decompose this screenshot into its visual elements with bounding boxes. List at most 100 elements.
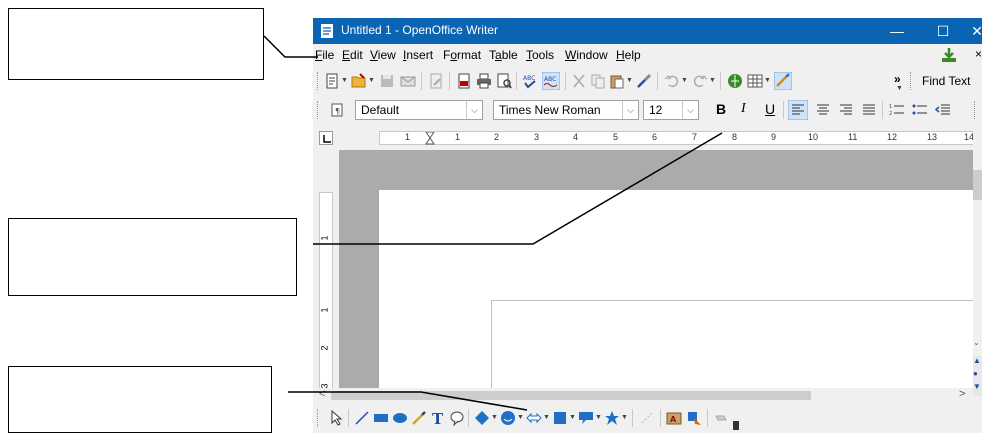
font-name-combo[interactable]: Times New Roman <box>493 100 639 120</box>
block-arrows-dropdown-arrow-icon[interactable]: ▼ <box>543 410 550 426</box>
justify-icon[interactable] <box>861 102 877 118</box>
page-navigation-buttons[interactable]: ▲ ● ▼ <box>973 356 982 396</box>
print-icon[interactable] <box>476 73 492 89</box>
copy-icon[interactable] <box>590 73 606 89</box>
flowchart-icon[interactable] <box>552 410 568 426</box>
vertical-scrollbar[interactable]: ⌄ ▲ ● ▼ <box>973 126 982 406</box>
toolbar-grip[interactable] <box>974 101 977 119</box>
horizontal-ruler[interactable]: 1 1 2 3 4 5 6 7 8 9 10 11 12 13 14 <box>379 131 979 145</box>
toolbar-end-handle[interactable] <box>733 421 739 430</box>
cut-icon[interactable] <box>571 73 587 89</box>
navigator-icon[interactable]: ● <box>973 369 978 378</box>
close-document-icon[interactable]: × <box>975 47 982 61</box>
basic-shapes-dropdown-arrow-icon[interactable]: ▼ <box>491 410 498 426</box>
basic-shapes-icon[interactable] <box>474 410 490 426</box>
rectangle-icon[interactable] <box>373 410 389 426</box>
export-pdf-icon[interactable] <box>456 73 472 89</box>
decrease-indent-icon[interactable] <box>935 102 951 118</box>
edit-file-icon[interactable] <box>428 73 444 89</box>
paragraph-style-combo[interactable]: Default <box>355 100 483 120</box>
paragraph-style-dropdown-icon[interactable]: ⌵ <box>466 101 482 119</box>
horizontal-scrollbar[interactable]: < > <box>313 388 973 403</box>
overflow-dropdown-arrow-icon[interactable]: ▼ <box>896 81 903 97</box>
fontwork-icon[interactable] <box>686 410 702 426</box>
menu-help[interactable]: Help <box>616 48 641 62</box>
callout-shapes-dropdown-arrow-icon[interactable]: ▼ <box>595 410 602 426</box>
email-document-icon[interactable] <box>400 73 416 89</box>
redo-icon[interactable] <box>692 73 708 89</box>
align-right-icon[interactable] <box>838 102 854 118</box>
menu-table[interactable]: Table <box>489 48 518 62</box>
flowchart-dropdown-arrow-icon[interactable]: ▼ <box>569 410 576 426</box>
update-download-icon[interactable] <box>941 47 957 63</box>
scroll-left-arrow-icon[interactable]: < <box>319 388 325 400</box>
new-document-icon[interactable] <box>324 73 340 89</box>
freeform-line-icon[interactable] <box>411 410 427 426</box>
bullets-icon[interactable] <box>912 102 928 118</box>
hyperlink-icon[interactable] <box>727 73 743 89</box>
paste-icon[interactable] <box>609 73 625 89</box>
stars-icon[interactable] <box>604 410 620 426</box>
toolbar-grip[interactable] <box>317 101 320 119</box>
menu-window[interactable]: Window <box>565 48 608 62</box>
undo-dropdown-arrow-icon[interactable]: ▼ <box>681 73 688 89</box>
auto-spellcheck-icon[interactable]: ABC <box>542 72 560 90</box>
redo-dropdown-arrow-icon[interactable]: ▼ <box>709 73 716 89</box>
save-icon[interactable] <box>379 73 395 89</box>
text-icon[interactable]: T <box>430 410 446 426</box>
select-arrow-icon[interactable] <box>328 410 344 426</box>
font-name-dropdown-icon[interactable]: ⌵ <box>622 101 638 119</box>
line-icon[interactable] <box>354 410 370 426</box>
vertical-scroll-thumb[interactable] <box>973 170 982 200</box>
symbol-shapes-dropdown-arrow-icon[interactable]: ▼ <box>517 410 524 426</box>
toolbar-grip[interactable] <box>910 72 913 90</box>
callout-shapes-icon[interactable] <box>578 410 594 426</box>
menu-file[interactable]: File <box>315 48 334 62</box>
print-preview-icon[interactable] <box>496 73 512 89</box>
spellcheck-icon[interactable]: ABC <box>522 73 538 89</box>
symbol-shapes-icon[interactable] <box>500 410 516 426</box>
menu-insert[interactable]: Insert <box>403 48 433 62</box>
close-button[interactable]: ✕ <box>954 18 982 44</box>
stars-dropdown-arrow-icon[interactable]: ▼ <box>621 410 628 426</box>
extrusion-icon[interactable] <box>713 410 729 426</box>
scroll-right-arrow-icon[interactable]: > <box>959 388 965 400</box>
new-dropdown-arrow-icon[interactable]: ▼ <box>341 73 348 89</box>
horizontal-scroll-thumb[interactable] <box>331 391 811 400</box>
menu-format[interactable]: Format <box>443 48 481 62</box>
previous-page-icon[interactable]: ▲ <box>973 356 981 365</box>
table-dropdown-arrow-icon[interactable]: ▼ <box>764 73 771 89</box>
align-left-icon[interactable] <box>788 100 808 120</box>
styles-and-formatting-icon[interactable]: ¶ <box>330 102 346 118</box>
toolbar-grip[interactable] <box>317 409 320 427</box>
next-page-icon[interactable]: ▼ <box>973 382 981 391</box>
open-dropdown-arrow-icon[interactable]: ▼ <box>368 73 375 89</box>
align-center-icon[interactable] <box>815 102 831 118</box>
underline-button[interactable]: U <box>765 101 775 117</box>
tab-stop-selector[interactable] <box>319 131 333 145</box>
show-draw-functions-icon[interactable] <box>774 72 792 90</box>
callouts-icon[interactable] <box>449 410 465 426</box>
bold-button[interactable]: B <box>716 101 726 117</box>
ellipse-icon[interactable] <box>392 410 408 426</box>
toolbar-grip[interactable] <box>317 72 320 90</box>
vertical-ruler[interactable]: 1 1 2 3 <box>319 192 333 406</box>
font-size-dropdown-icon[interactable]: ⌵ <box>682 101 698 119</box>
scroll-down-arrow-icon[interactable]: ⌄ <box>973 338 980 347</box>
from-file-icon[interactable]: A <box>666 410 682 426</box>
numbering-icon[interactable]: 12 <box>889 102 905 118</box>
minimize-button[interactable]: — <box>874 18 920 44</box>
document-page[interactable] <box>379 190 982 433</box>
menu-edit[interactable]: Edit <box>342 48 363 62</box>
points-icon[interactable] <box>639 410 655 426</box>
undo-icon[interactable] <box>664 73 680 89</box>
menu-view[interactable]: View <box>370 48 396 62</box>
clone-formatting-icon[interactable] <box>636 73 652 89</box>
italic-button[interactable]: I <box>741 101 746 117</box>
indent-marker-icon[interactable] <box>425 132 435 145</box>
block-arrows-icon[interactable] <box>526 410 542 426</box>
menu-tools[interactable]: Tools <box>526 48 554 62</box>
table-icon[interactable] <box>747 73 763 89</box>
open-icon[interactable] <box>351 73 367 89</box>
paste-dropdown-arrow-icon[interactable]: ▼ <box>626 73 633 89</box>
